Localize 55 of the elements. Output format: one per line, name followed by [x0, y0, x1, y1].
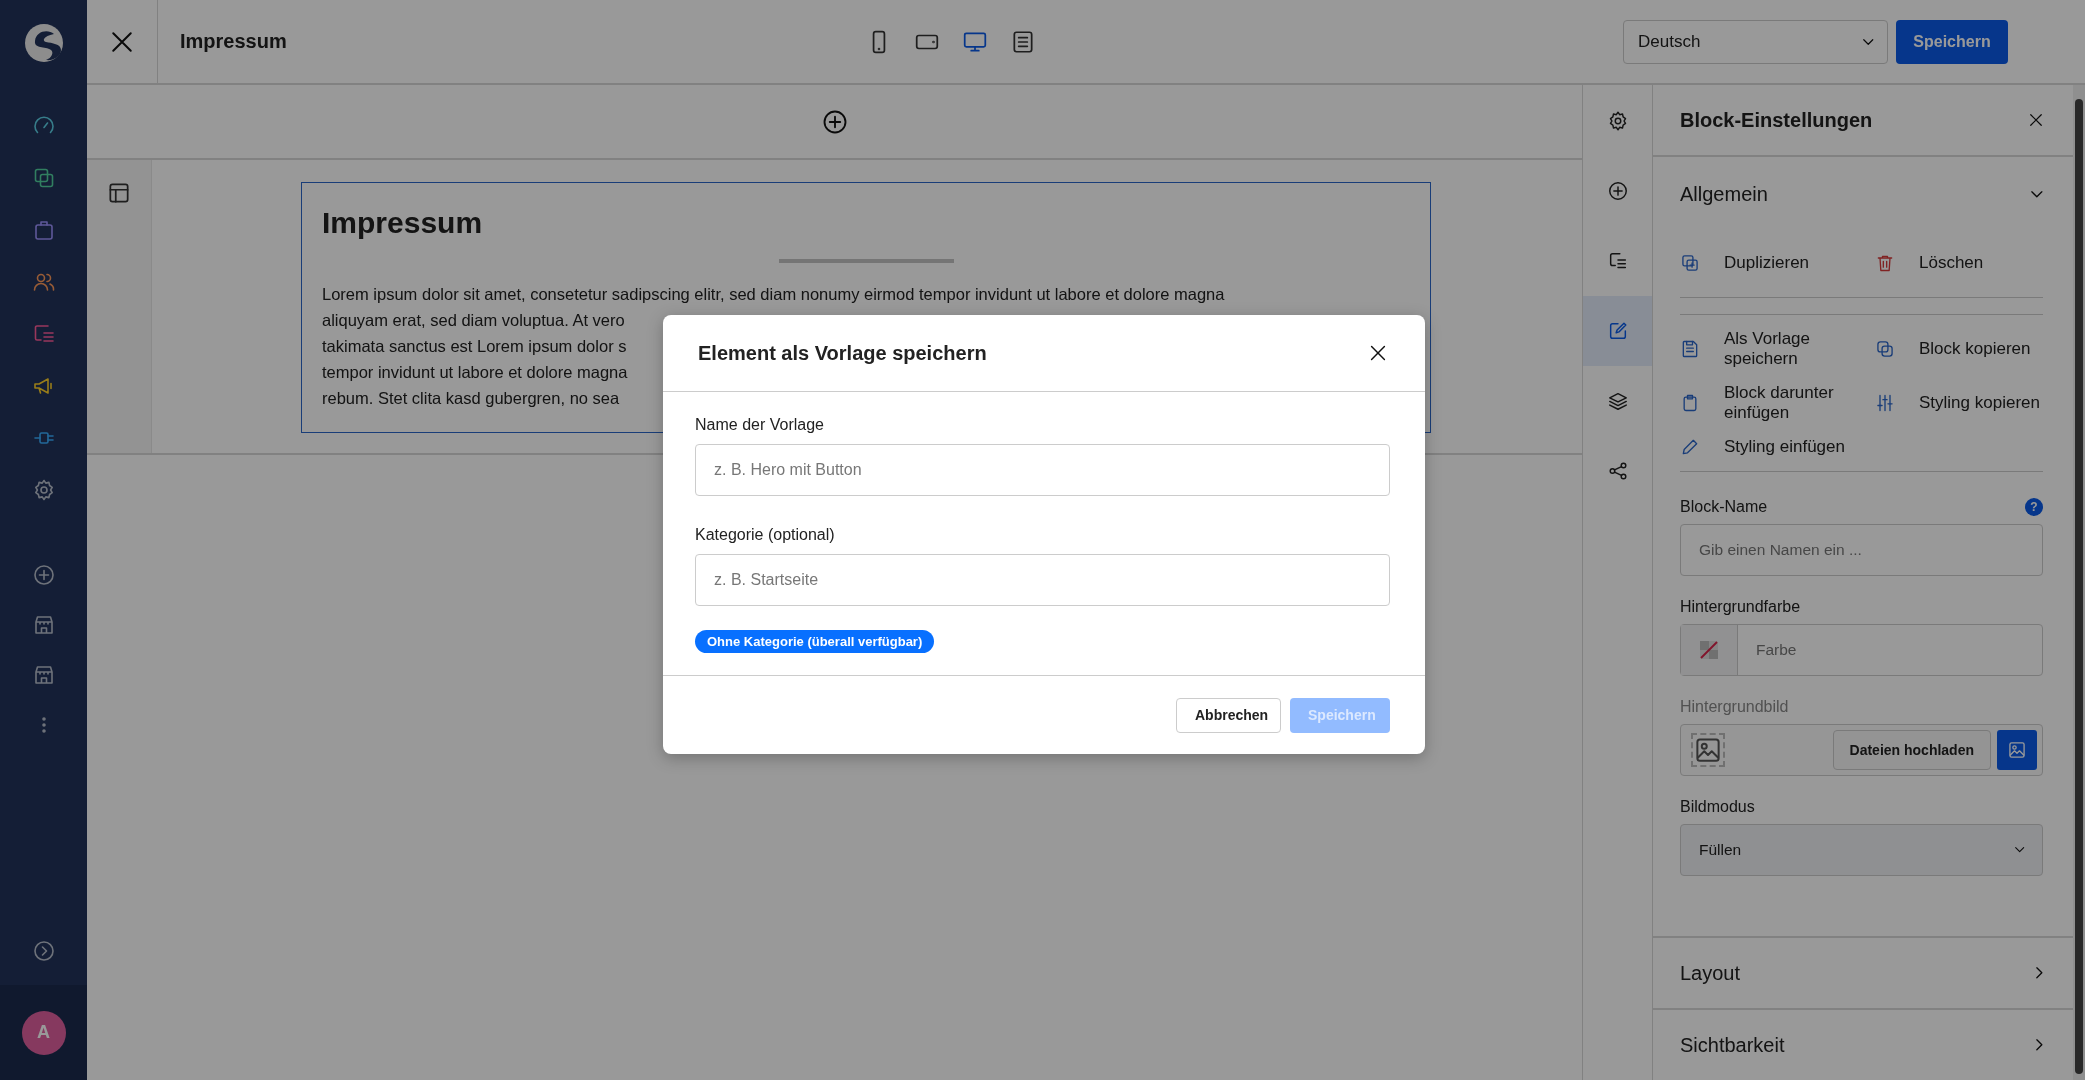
document-icon[interactable] [1010, 28, 1036, 55]
add-icon[interactable] [31, 563, 56, 587]
add-icon [1606, 180, 1629, 202]
cancel-button[interactable]: Abbrechen [1176, 697, 1281, 733]
rail-tab[interactable] [1583, 296, 1652, 366]
action-button[interactable]: Styling kopieren [1875, 383, 2043, 423]
scrollbar[interactable] [2073, 85, 2085, 1080]
pencil-icon [1680, 437, 1700, 457]
category-tag[interactable]: Ohne Kategorie (überall verfügbar) [695, 630, 935, 653]
paragraph-line: aliquyam erat, sed diam voluptua. At vero [322, 310, 625, 331]
layers-icon [1606, 390, 1629, 412]
save-button[interactable]: Speichern [1896, 19, 2008, 64]
input-field[interactable]: z. B. Startseite [695, 554, 1390, 606]
action-button[interactable]: Duplizieren [1680, 253, 1875, 273]
logo-icon[interactable] [23, 22, 64, 63]
block-heading: Impressum [322, 205, 484, 241]
color-field[interactable]: Farbe [1680, 624, 2043, 676]
help-icon[interactable]: ? [2025, 498, 2043, 516]
panel-title: Block-Einstellungen [1680, 108, 1873, 132]
modal-title: Element als Vorlage speichern [698, 341, 987, 365]
expand-icon[interactable] [31, 939, 56, 963]
chevron-down-icon [2014, 847, 2024, 853]
media-button[interactable] [1997, 730, 2037, 770]
field-label: Kategorie (optional) [695, 526, 836, 544]
no-color-icon [1697, 638, 1721, 662]
page-title: Impressum [179, 30, 288, 53]
chevron-down-icon [1862, 38, 1873, 45]
sliders-icon [1875, 393, 1895, 413]
trash-icon [1875, 253, 1895, 273]
image-placeholder-icon [1693, 735, 1723, 765]
input-field[interactable]: Gib einen Namen ein ... [1680, 524, 2043, 576]
field-label: Block-Name [1680, 498, 1768, 516]
action-button[interactable]: Styling einfügen [1680, 437, 1875, 457]
field-label: Name der Vorlage [695, 416, 825, 434]
field-label: Hintergrundbild [1680, 698, 1789, 716]
duplicate-icon [1680, 253, 1700, 273]
paragraph-line: rebum. Stet clita kasd gubergren, no sea [322, 388, 620, 409]
paragraph-line: Lorem ipsum dolor sit amet, consetetur sadipscing elitr, sed diam nonumy eirmod tempor invidunt ut labore et dolore magna [322, 284, 1225, 305]
paragraph-line: takimata sanctus est Lorem ipsum dolor s [322, 336, 627, 357]
section-header[interactable]: Allgemein [1680, 157, 2043, 231]
field-label: Bildmodus [1680, 798, 1755, 816]
input-field[interactable]: z. B. Hero mit Button [695, 444, 1390, 496]
copy-icon [1875, 339, 1895, 359]
save-icon [1680, 339, 1700, 359]
action-button[interactable]: Block darunter einfügen [1680, 383, 1875, 423]
field-label: Hintergrundfarbe [1680, 598, 1801, 616]
layout-icon[interactable] [106, 180, 132, 206]
language-select[interactable]: Deutsch [1623, 19, 1888, 64]
image-icon [2007, 740, 2027, 760]
mode-select[interactable]: Füllen [1680, 824, 2043, 876]
paragraph-line: tempor invidunt ut labore et dolore magna [322, 362, 628, 383]
action-button[interactable]: Block kopieren [1875, 329, 2043, 369]
action-button[interactable]: Als Vorlage speichern [1680, 329, 1875, 369]
close-icon[interactable] [2027, 111, 2045, 129]
action-button[interactable]: Löschen [1875, 253, 2043, 273]
